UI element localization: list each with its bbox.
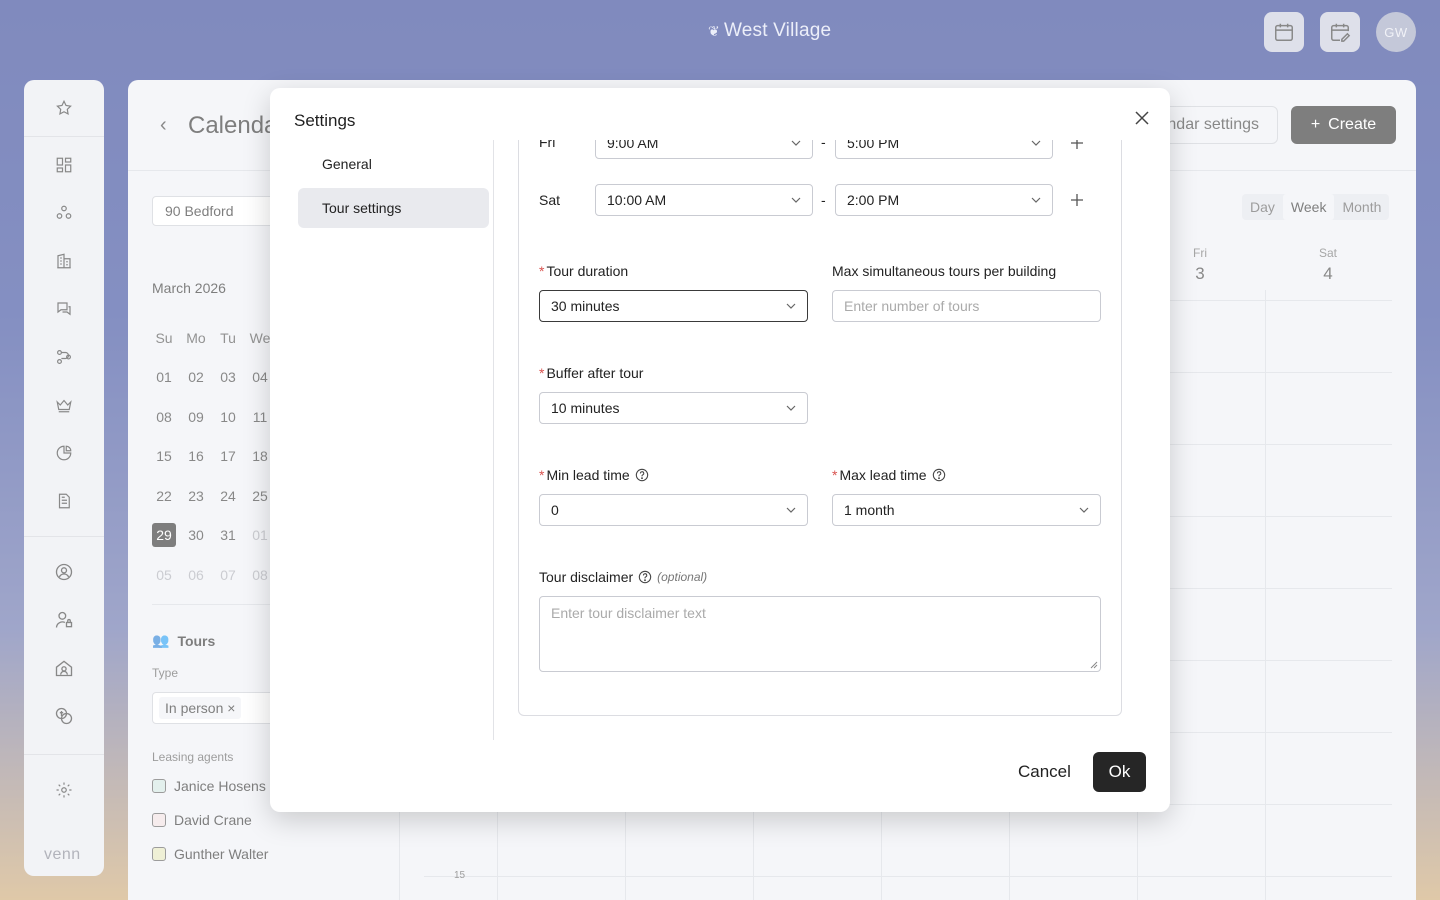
max-lead-label: * Max lead time [832,467,946,483]
buffer-after-label-text: Buffer after tour [546,365,644,381]
help-icon[interactable] [635,468,649,482]
disclaimer-placeholder: Enter tour disclaimer text [551,605,706,621]
tour-duration-label-text: Tour duration [546,263,629,279]
cancel-button[interactable]: Cancel [1004,752,1085,792]
fri-start-value: 9:00 AM [607,140,659,151]
chevron-down-icon [786,303,796,309]
fri-end-value: 5:00 PM [847,140,900,151]
fri-start-select[interactable]: 9:00 AM [595,140,813,159]
tour-settings-content[interactable]: Fri 9:00 AM - 5:00 PM Sat 10:00 AM - 2:0… [518,140,1122,740]
tour-settings-card: Fri 9:00 AM - 5:00 PM Sat 10:00 AM - 2:0… [518,140,1122,716]
disclaimer-label-text: Tour disclaimer [539,569,634,585]
chevron-down-icon [1079,507,1089,513]
buffer-after-label: * Buffer after tour [539,365,643,381]
fri-end-select[interactable]: 5:00 PM [835,140,1053,159]
required-mark: * [539,263,545,279]
close-icon [1135,111,1149,125]
resize-handle-icon[interactable] [1090,661,1098,669]
help-icon[interactable] [932,468,946,482]
range-dash: - [821,192,826,208]
settings-modal: Settings General Tour settings Fri 9:00 … [270,88,1170,812]
optional-tag: (optional) [657,570,708,584]
sat-start-select[interactable]: 10:00 AM [595,184,813,216]
disclaimer-label: Tour disclaimer (optional) [539,569,707,585]
chevron-down-icon [786,507,796,513]
tab-general[interactable]: General [298,144,489,184]
ok-button[interactable]: Ok [1093,752,1146,792]
min-lead-label: * Min lead time [539,467,649,483]
sat-end-select[interactable]: 2:00 PM [835,184,1053,216]
chevron-down-icon [791,197,801,203]
buffer-after-select[interactable]: 10 minutes [539,392,808,424]
max-simultaneous-label: Max simultaneous tours per building [832,263,1057,279]
chevron-down-icon [786,405,796,411]
sat-end-value: 2:00 PM [847,192,900,208]
add-hours-fri-icon[interactable] [1069,140,1085,151]
modal-title: Settings [294,111,356,130]
max-lead-label-text: Max lead time [839,467,927,483]
chevron-down-icon [1031,140,1041,146]
sat-start-value: 10:00 AM [607,192,667,208]
disclaimer-textarea[interactable]: Enter tour disclaimer text [539,596,1101,672]
chevron-down-icon [791,140,801,146]
add-hours-sat-icon[interactable] [1069,192,1085,208]
tour-duration-value: 30 minutes [551,298,620,314]
min-lead-label-text: Min lead time [546,467,630,483]
day-label-sat: Sat [539,192,561,208]
required-mark: * [832,467,838,483]
buffer-after-value: 10 minutes [551,400,620,416]
range-dash: - [821,140,826,150]
required-mark: * [539,365,545,381]
day-label-fri: Fri [539,140,556,150]
tab-tour-settings[interactable]: Tour settings [298,188,489,228]
min-lead-select[interactable]: 0 [539,494,808,526]
max-lead-value: 1 month [844,502,895,518]
help-icon[interactable] [638,570,652,584]
max-lead-select[interactable]: 1 month [832,494,1101,526]
settings-nav: General Tour settings [298,144,489,232]
required-mark: * [539,467,545,483]
close-button[interactable] [1130,106,1154,130]
min-lead-value: 0 [551,502,559,518]
nav-divider [493,140,494,740]
chevron-down-icon [1031,197,1041,203]
max-simultaneous-input[interactable]: Enter number of tours [832,290,1101,322]
tour-duration-select[interactable]: 30 minutes [539,290,808,322]
tour-duration-label: * Tour duration [539,263,628,279]
